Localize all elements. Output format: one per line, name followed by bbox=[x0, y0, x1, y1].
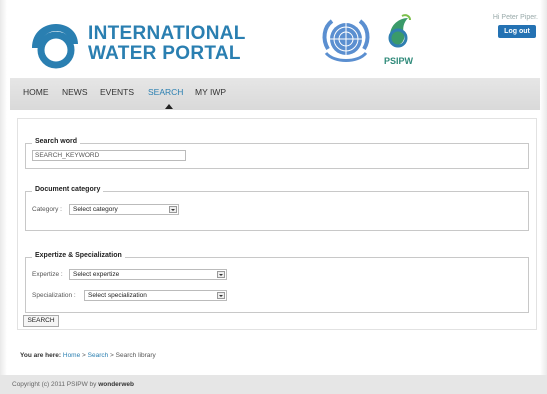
chevron-down-icon[interactable] bbox=[217, 292, 225, 299]
expertize-label: Expertize : bbox=[32, 271, 63, 278]
specialization-select[interactable]: Select specialization bbox=[84, 290, 227, 301]
breadcrumb-separator: > bbox=[108, 352, 116, 359]
logo-text: INTERNATIONAL WATER PORTAL bbox=[88, 24, 246, 64]
psipw-logo[interactable]: PSIPW bbox=[384, 12, 414, 72]
breadcrumb-search-link[interactable]: Search bbox=[88, 352, 109, 359]
specialization-label: Specialization : bbox=[32, 292, 76, 299]
nav-item-search[interactable]: SEARCH bbox=[148, 87, 183, 97]
psipw-label: PSIPW bbox=[384, 56, 414, 66]
expertise-fieldset: Expertize & Specialization Expertize : S… bbox=[25, 252, 529, 313]
main-nav: HOME NEWS EVENTS SEARCH MY IWP bbox=[10, 78, 540, 110]
active-tab-caret-icon bbox=[165, 104, 173, 109]
chevron-down-icon[interactable] bbox=[169, 206, 177, 213]
specialization-select-value: Select specialization bbox=[88, 292, 147, 299]
logo-line-1: INTERNATIONAL bbox=[88, 23, 246, 44]
breadcrumb-home-link[interactable]: Home bbox=[63, 352, 80, 359]
breadcrumb-current: Search library bbox=[115, 352, 156, 359]
document-category-legend: Document category bbox=[32, 186, 104, 193]
breadcrumb: You are here: Home > Search > Search lib… bbox=[20, 352, 156, 359]
expertize-select[interactable]: Select expertize bbox=[69, 269, 227, 280]
search-keyword-input[interactable]: SEARCH_KEYWORD bbox=[32, 150, 186, 161]
logo-line-2: WATER PORTAL bbox=[88, 43, 241, 64]
user-greeting: Hi Peter Piper. bbox=[492, 14, 538, 21]
search-button[interactable]: SEARCH bbox=[23, 315, 59, 327]
un-emblem-icon bbox=[322, 19, 370, 62]
expertize-select-value: Select expertize bbox=[73, 271, 120, 278]
search-word-legend: Search word bbox=[32, 138, 81, 145]
header: INTERNATIONAL WATER PORTAL PSIPW Hi Pete… bbox=[10, 8, 540, 76]
nav-item-home[interactable]: HOME bbox=[23, 87, 49, 97]
chevron-down-icon[interactable] bbox=[217, 271, 225, 278]
nav-item-my-iwp[interactable]: MY IWP bbox=[195, 87, 226, 97]
expertise-legend: Expertize & Specialization bbox=[32, 252, 125, 259]
search-word-fieldset: Search word SEARCH_KEYWORD bbox=[25, 138, 529, 169]
breadcrumb-lead: You are here: bbox=[20, 352, 62, 359]
nav-item-news[interactable]: NEWS bbox=[62, 87, 88, 97]
nav-item-events[interactable]: EVENTS bbox=[100, 87, 134, 97]
footer-author-link[interactable]: wonderweb bbox=[98, 381, 134, 388]
page: INTERNATIONAL WATER PORTAL PSIPW Hi Pete… bbox=[0, 0, 547, 394]
logout-button[interactable]: Log out bbox=[498, 25, 536, 38]
iwp-logo[interactable]: INTERNATIONAL WATER PORTAL bbox=[26, 18, 245, 70]
footer: Copyright (c) 2011 PSIPW by wonderweb bbox=[0, 375, 547, 394]
document-category-fieldset: Document category Category : Select cate… bbox=[25, 186, 529, 231]
psipw-leaf-icon bbox=[388, 14, 411, 48]
water-drop-logo-icon bbox=[32, 24, 78, 69]
category-select-value: Select category bbox=[73, 206, 118, 213]
search-panel: Search word SEARCH_KEYWORD Document cate… bbox=[17, 118, 537, 330]
category-label: Category : bbox=[32, 206, 62, 213]
footer-copyright: Copyright (c) 2011 PSIPW by bbox=[12, 381, 99, 388]
breadcrumb-separator: > bbox=[80, 352, 88, 359]
category-select[interactable]: Select category bbox=[69, 204, 179, 215]
